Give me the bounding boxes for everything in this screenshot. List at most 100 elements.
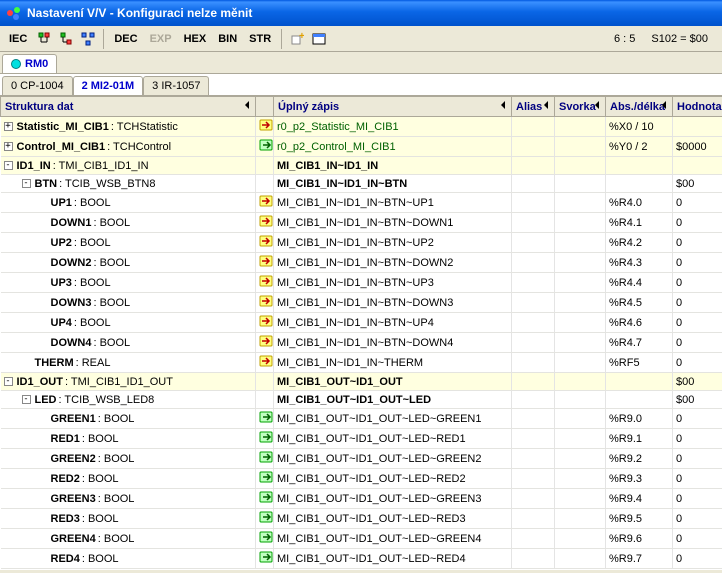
zapis-cell[interactable]: MI_CIB1_IN~ID1_IN~BTN~UP4 <box>274 313 512 333</box>
svorka-cell[interactable] <box>555 293 606 313</box>
struct-cell[interactable]: -BTN : TCIB_WSB_BTN8 <box>1 175 256 193</box>
abs-cell[interactable]: %R4.2 <box>606 233 673 253</box>
tree-icon-1[interactable] <box>35 30 53 48</box>
abs-cell[interactable]: %R9.3 <box>606 469 673 489</box>
zapis-cell[interactable]: MI_CIB1_IN~ID1_IN <box>274 157 512 175</box>
svorka-cell[interactable] <box>555 469 606 489</box>
svorka-cell[interactable] <box>555 233 606 253</box>
zapis-cell[interactable]: MI_CIB1_OUT~ID1_OUT~LED <box>274 391 512 409</box>
alias-cell[interactable] <box>512 233 555 253</box>
struct-cell[interactable]: -ID1_OUT : TMI_CIB1_ID1_OUT <box>1 373 256 391</box>
hex-button[interactable]: HEX <box>179 31 212 47</box>
table-row[interactable]: -ID1_IN : TMI_CIB1_ID1_IN MI_CIB1_IN~ID1_… <box>1 157 722 175</box>
struct-cell[interactable]: UP4 : BOOL <box>1 313 256 333</box>
svorka-cell[interactable] <box>555 213 606 233</box>
struct-cell[interactable]: +Control_MI_CIB1 : TCHControl <box>1 137 256 157</box>
abs-cell[interactable]: %R9.2 <box>606 449 673 469</box>
zapis-cell[interactable]: MI_CIB1_IN~ID1_IN~BTN~DOWN4 <box>274 333 512 353</box>
struct-cell[interactable]: RED1 : BOOL <box>1 429 256 449</box>
zapis-cell[interactable]: r0_p2_Control_MI_CIB1 <box>274 137 512 157</box>
abs-cell[interactable]: %R4.3 <box>606 253 673 273</box>
struct-cell[interactable]: GREEN3 : BOOL <box>1 489 256 509</box>
alias-cell[interactable] <box>512 253 555 273</box>
struct-cell[interactable]: -LED : TCIB_WSB_LED8 <box>1 391 256 409</box>
hodnota-cell[interactable]: $00 <box>673 175 722 193</box>
table-row[interactable]: THERM : REALMI_CIB1_IN~ID1_IN~THERM%RF50 <box>1 353 722 373</box>
table-row[interactable]: DOWN2 : BOOLMI_CIB1_IN~ID1_IN~BTN~DOWN2%… <box>1 253 722 273</box>
hodnota-cell[interactable]: 0 <box>673 313 722 333</box>
hodnota-cell[interactable]: 0 <box>673 429 722 449</box>
alias-cell[interactable] <box>512 429 555 449</box>
hodnota-cell[interactable]: 0 <box>673 409 722 429</box>
struct-cell[interactable]: DOWN4 : BOOL <box>1 333 256 353</box>
hodnota-cell[interactable]: 0 <box>673 193 722 213</box>
table-row[interactable]: UP4 : BOOLMI_CIB1_IN~ID1_IN~BTN~UP4%R4.6… <box>1 313 722 333</box>
abs-cell[interactable]: %R4.4 <box>606 273 673 293</box>
tree-icon-2[interactable] <box>57 30 75 48</box>
abs-cell[interactable]: %X0 / 10 <box>606 117 673 137</box>
hodnota-cell[interactable]: 0 <box>673 529 722 549</box>
alias-cell[interactable] <box>512 193 555 213</box>
table-row[interactable]: DOWN1 : BOOLMI_CIB1_IN~ID1_IN~BTN~DOWN1%… <box>1 213 722 233</box>
alias-cell[interactable] <box>512 409 555 429</box>
struct-cell[interactable]: GREEN2 : BOOL <box>1 449 256 469</box>
abs-cell[interactable]: %R4.5 <box>606 293 673 313</box>
alias-cell[interactable] <box>512 293 555 313</box>
hodnota-cell[interactable] <box>673 117 722 137</box>
col-header-alias[interactable]: Alias <box>512 97 555 117</box>
window-icon[interactable] <box>310 30 328 48</box>
zapis-cell[interactable]: MI_CIB1_OUT~ID1_OUT~LED~GREEN1 <box>274 409 512 429</box>
alias-cell[interactable] <box>512 157 555 175</box>
table-row[interactable]: +Statistic_MI_CIB1 : TCHStatisticr0_p2_S… <box>1 117 722 137</box>
alias-cell[interactable] <box>512 529 555 549</box>
struct-cell[interactable]: +Statistic_MI_CIB1 : TCHStatistic <box>1 117 256 137</box>
alias-cell[interactable] <box>512 373 555 391</box>
table-row[interactable]: RED3 : BOOLMI_CIB1_OUT~ID1_OUT~LED~RED3%… <box>1 509 722 529</box>
abs-cell[interactable]: %R9.1 <box>606 429 673 449</box>
table-row[interactable]: UP1 : BOOLMI_CIB1_IN~ID1_IN~BTN~UP1%R4.0… <box>1 193 722 213</box>
struct-cell[interactable]: RED3 : BOOL <box>1 509 256 529</box>
abs-cell[interactable]: %R4.0 <box>606 193 673 213</box>
table-row[interactable]: RED4 : BOOLMI_CIB1_OUT~ID1_OUT~LED~RED4%… <box>1 549 722 569</box>
svorka-cell[interactable] <box>555 175 606 193</box>
zapis-cell[interactable]: MI_CIB1_IN~ID1_IN~THERM <box>274 353 512 373</box>
collapse-icon[interactable]: - <box>22 179 31 188</box>
alias-cell[interactable] <box>512 489 555 509</box>
struct-cell[interactable]: UP2 : BOOL <box>1 233 256 253</box>
zapis-cell[interactable]: MI_CIB1_IN~ID1_IN~BTN~DOWN3 <box>274 293 512 313</box>
tree-icon-3[interactable] <box>79 30 97 48</box>
abs-cell[interactable]: %Y0 / 2 <box>606 137 673 157</box>
table-row[interactable]: RED2 : BOOLMI_CIB1_OUT~ID1_OUT~LED~RED2%… <box>1 469 722 489</box>
zapis-cell[interactable]: MI_CIB1_OUT~ID1_OUT <box>274 373 512 391</box>
struct-cell[interactable]: UP1 : BOOL <box>1 193 256 213</box>
table-row[interactable]: DOWN3 : BOOL MI_CIB1_IN~ID1_IN~BTN~DOWN3%… <box>1 293 722 313</box>
collapse-icon[interactable]: - <box>4 377 13 386</box>
hodnota-cell[interactable]: $0000 <box>673 137 722 157</box>
zapis-cell[interactable]: MI_CIB1_IN~ID1_IN~BTN~UP3 <box>274 273 512 293</box>
hodnota-cell[interactable]: 0 <box>673 469 722 489</box>
table-row[interactable]: UP3 : BOOLMI_CIB1_IN~ID1_IN~BTN~UP3%R4.4… <box>1 273 722 293</box>
svorka-cell[interactable] <box>555 157 606 175</box>
zapis-cell[interactable]: MI_CIB1_OUT~ID1_OUT~LED~RED2 <box>274 469 512 489</box>
table-row[interactable]: -LED : TCIB_WSB_LED8 MI_CIB1_OUT~ID1_OUT~… <box>1 391 722 409</box>
svorka-cell[interactable] <box>555 193 606 213</box>
zapis-cell[interactable]: MI_CIB1_IN~ID1_IN~BTN~DOWN1 <box>274 213 512 233</box>
abs-cell[interactable] <box>606 373 673 391</box>
struct-cell[interactable]: -ID1_IN : TMI_CIB1_ID1_IN <box>1 157 256 175</box>
str-button[interactable]: STR <box>244 31 276 47</box>
svorka-cell[interactable] <box>555 429 606 449</box>
zapis-cell[interactable]: MI_CIB1_OUT~ID1_OUT~LED~GREEN4 <box>274 529 512 549</box>
abs-cell[interactable]: %R9.5 <box>606 509 673 529</box>
alias-cell[interactable] <box>512 213 555 233</box>
struct-cell[interactable]: DOWN3 : BOOL <box>1 293 256 313</box>
add-icon[interactable]: + <box>288 30 306 48</box>
col-header-svorka[interactable]: Svorka <box>555 97 606 117</box>
alias-cell[interactable] <box>512 353 555 373</box>
zapis-cell[interactable]: MI_CIB1_IN~ID1_IN~BTN~DOWN2 <box>274 253 512 273</box>
hodnota-cell[interactable]: 0 <box>673 509 722 529</box>
table-row[interactable]: GREEN1 : BOOL MI_CIB1_OUT~ID1_OUT~LED~GRE… <box>1 409 722 429</box>
table-row[interactable]: UP2 : BOOLMI_CIB1_IN~ID1_IN~BTN~UP2%R4.2… <box>1 233 722 253</box>
alias-cell[interactable] <box>512 469 555 489</box>
alias-cell[interactable] <box>512 273 555 293</box>
struct-cell[interactable]: GREEN1 : BOOL <box>1 409 256 429</box>
